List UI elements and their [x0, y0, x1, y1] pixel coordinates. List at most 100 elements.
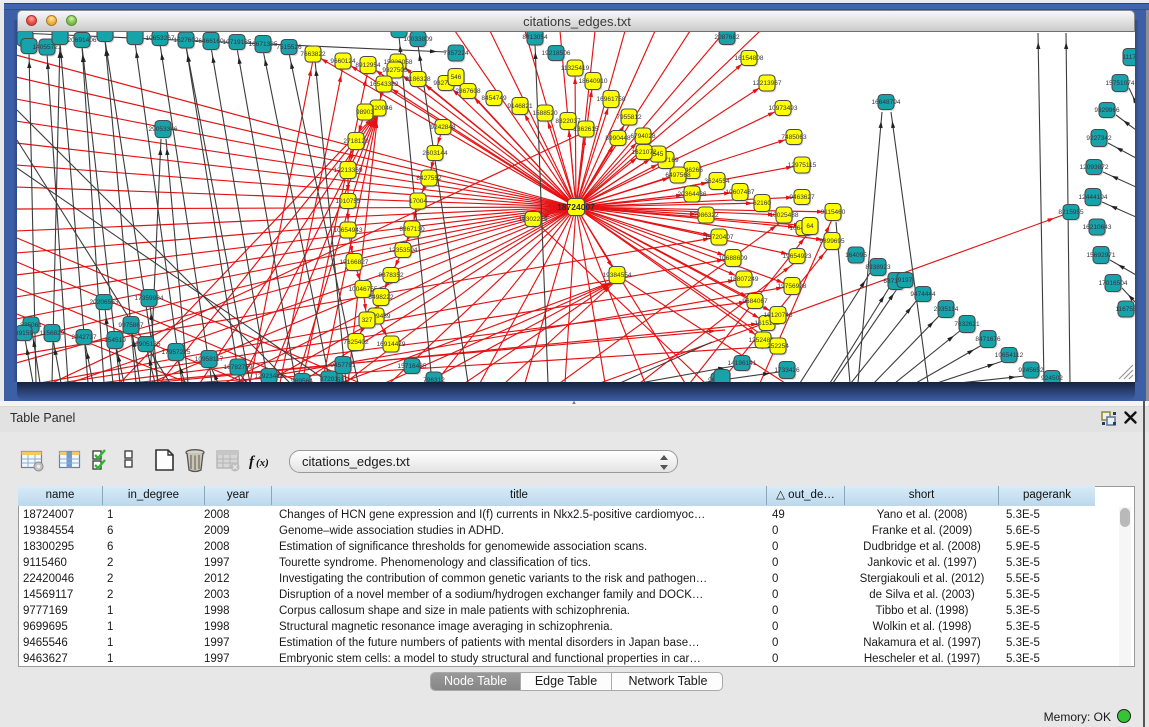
svg-text:12905135: 12905135 — [132, 341, 161, 348]
svg-text:11176: 11176 — [1122, 54, 1135, 61]
svg-text:1588520: 1588520 — [532, 110, 558, 117]
svg-text:2603144: 2603144 — [422, 150, 448, 157]
svg-text:2935114: 2935114 — [934, 306, 959, 313]
svg-text:6497568: 6497568 — [665, 172, 691, 179]
svg-text:16914479: 16914479 — [377, 341, 406, 348]
svg-text:8454749: 8454749 — [481, 95, 507, 102]
svg-text:12353594: 12353594 — [389, 247, 418, 254]
svg-text:9474444: 9474444 — [910, 291, 936, 298]
svg-text:10654112: 10654112 — [995, 352, 1024, 359]
svg-text:39159: 39159 — [17, 330, 33, 337]
svg-text:19654923: 19654923 — [783, 253, 812, 260]
svg-text:9660124: 9660124 — [330, 58, 356, 65]
svg-text:7515526: 7515526 — [276, 44, 302, 51]
svg-text:327: 327 — [362, 317, 373, 324]
svg-text:62160: 62160 — [753, 200, 771, 207]
svg-text:12444194: 12444194 — [1079, 194, 1108, 201]
svg-text:7663822: 7663822 — [300, 51, 326, 58]
svg-text:20691406: 20691406 — [68, 37, 97, 44]
svg-text:8912954: 8912954 — [355, 62, 381, 69]
svg-text:18807249: 18807249 — [730, 276, 759, 283]
svg-text:15751074: 15751074 — [1106, 80, 1135, 87]
svg-text:7485063: 7485063 — [781, 134, 807, 141]
svg-text:8938923: 8938923 — [865, 264, 891, 271]
svg-text:(x): (x) — [256, 457, 269, 469]
svg-text:5498222: 5498222 — [368, 294, 394, 301]
svg-text:19756928: 19756928 — [778, 283, 807, 290]
svg-text:20206563: 20206563 — [90, 299, 119, 306]
svg-text:9329966: 9329966 — [1094, 107, 1120, 114]
svg-text:6466160: 6466160 — [198, 38, 224, 45]
svg-text:9327503: 9327503 — [382, 67, 408, 74]
svg-text:924502: 924502 — [1041, 375, 1063, 382]
svg-text:17004: 17004 — [409, 198, 427, 205]
svg-text:7625402: 7625402 — [343, 339, 369, 346]
svg-text:2718120: 2718120 — [343, 138, 369, 145]
svg-text:9975867: 9975867 — [118, 322, 144, 329]
svg-text:16648794: 16648794 — [872, 99, 901, 106]
svg-text:1010755: 1010755 — [335, 198, 361, 205]
svg-text:10719185: 10719185 — [223, 39, 252, 46]
svg-text:10653267: 10653267 — [146, 35, 175, 42]
svg-text:1527602: 1527602 — [173, 37, 199, 44]
svg-text:12975115: 12975115 — [788, 162, 817, 169]
svg-text:15692971: 15692971 — [1087, 252, 1116, 259]
svg-text:16120746: 16120746 — [764, 312, 793, 319]
svg-text:f: f — [249, 454, 256, 470]
svg-text:9245652: 9245652 — [1018, 367, 1044, 374]
svg-text:19218506: 19218506 — [542, 50, 571, 57]
svg-text:20364436: 20364436 — [678, 191, 707, 198]
svg-text:116753: 116753 — [1115, 306, 1135, 313]
svg-text:8215955: 8215955 — [1058, 209, 1084, 216]
svg-text:15302275: 15302275 — [519, 216, 548, 223]
svg-text:10033809: 10033809 — [404, 36, 433, 43]
svg-text:1733426: 1733426 — [774, 367, 800, 374]
svg-text:10973493: 10973493 — [769, 105, 798, 112]
svg-text:2087682: 2087682 — [714, 34, 740, 41]
svg-text:10654943: 10654943 — [334, 227, 363, 234]
svg-text:1156829: 1156829 — [40, 330, 65, 337]
svg-text:8322037: 8322037 — [555, 118, 581, 125]
svg-text:10607487: 10607487 — [726, 189, 755, 196]
svg-text:9115460: 9115460 — [821, 209, 846, 216]
svg-text:16782759: 16782759 — [224, 364, 253, 371]
svg-text:10958117: 10958117 — [195, 356, 224, 363]
svg-text:2867608: 2867608 — [455, 88, 481, 95]
svg-text:8186328: 8186328 — [405, 76, 431, 83]
svg-text:9457791: 9457791 — [330, 362, 356, 369]
svg-text:7955812: 7955812 — [616, 114, 642, 121]
svg-text:10025488: 10025488 — [770, 212, 799, 219]
svg-text:29053346: 29053346 — [149, 126, 178, 133]
svg-text:969564: 969564 — [291, 378, 313, 382]
svg-text:9242848: 9242848 — [430, 124, 456, 131]
svg-text:7986322: 7986322 — [693, 212, 719, 219]
svg-text:15720407: 15720407 — [705, 234, 734, 241]
svg-text:14196141: 14196141 — [728, 360, 757, 367]
svg-text:8867130: 8867130 — [399, 226, 425, 233]
svg-text:64: 64 — [806, 223, 814, 230]
svg-text:12923448: 12923448 — [255, 373, 284, 380]
svg-text:16154808: 16154808 — [735, 55, 764, 62]
svg-text:7632621: 7632621 — [954, 321, 980, 328]
svg-text:17016504: 17016504 — [1099, 280, 1128, 287]
svg-text:9684067: 9684067 — [742, 298, 768, 305]
svg-text:9463627: 9463627 — [789, 194, 815, 201]
svg-text:15716485: 15716485 — [398, 363, 427, 370]
svg-text:16210643: 16210643 — [1083, 224, 1112, 231]
svg-text:796312: 796312 — [423, 377, 445, 382]
svg-text:3624554: 3624554 — [704, 178, 730, 185]
svg-text:2942737: 2942737 — [71, 334, 97, 341]
svg-text:9146821: 9146821 — [507, 103, 533, 110]
svg-text:252254: 252254 — [767, 343, 789, 350]
svg-text:12213967: 12213967 — [753, 80, 782, 87]
svg-text:16671385: 16671385 — [249, 41, 278, 48]
svg-text:164095: 164095 — [845, 252, 867, 259]
svg-text:8990448: 8990448 — [605, 135, 631, 142]
svg-text:6794028: 6794028 — [630, 133, 656, 140]
svg-text:18724007: 18724007 — [557, 202, 595, 212]
svg-text:17359924: 17359924 — [135, 295, 164, 302]
svg-text:9227342: 9227342 — [1086, 135, 1112, 142]
svg-text:7357224: 7357224 — [443, 50, 469, 57]
svg-text:16543382: 16543382 — [370, 81, 399, 88]
svg-text:8878352: 8878352 — [378, 272, 404, 279]
